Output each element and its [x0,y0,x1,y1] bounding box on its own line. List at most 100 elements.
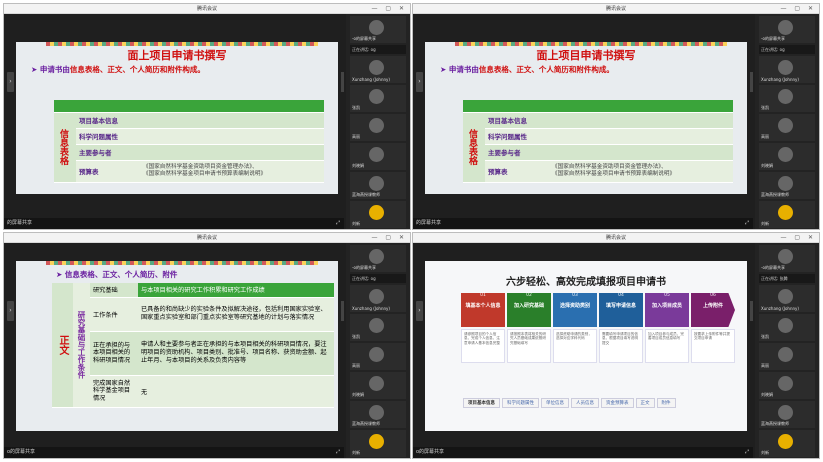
participant-tile[interactable]: -o的屏幕共享 [759,245,815,272]
participant-tile[interactable]: 刘新 [350,430,406,457]
participant-tile[interactable]: 刘新 [759,430,815,457]
participant-name: 刘晓娟 [352,163,364,168]
share-status: o的屏幕共享 ⤢ [413,447,753,458]
step-desc: 请参照项目的个人信息，完成个人信息，注意申请人基本信息完整 [461,329,505,363]
participant-tile[interactable]: 蓝海燕授课教师 [350,401,406,428]
avatar [778,205,793,220]
tab-science-attr[interactable]: 科学问题属性 [502,398,539,408]
share-status: 的屏幕共享 ⤢ [413,218,753,229]
row-label: 主要参与者 [76,144,140,161]
participant-name: Xunzhang (Johnny) [761,77,799,82]
subtitle-highlight: 信息表格、正文、个人简历和附件构成。 [69,65,205,74]
screen-share-label: o的屏幕共享 [7,449,36,455]
participant-tile[interactable]: -o的屏幕共享 [350,16,406,43]
participant-tile[interactable]: 张凯 [350,314,406,341]
participant-name: 蓝海燕授课教师 [761,421,789,426]
prev-arrow-icon[interactable]: › [416,72,423,92]
step-3: 03 选择资助类别 [553,293,597,327]
tab-budget[interactable]: 资金预算表 [601,398,634,408]
scrollbar[interactable] [341,301,344,321]
window-title: 腾讯会议 [605,235,626,241]
participant-name: 刘新 [761,221,769,226]
participant-tile[interactable]: Xunzhang (Johnny) [350,56,406,83]
row-label: 预算表 [76,160,140,183]
participant-tile[interactable]: 高丽 [759,343,815,370]
avatar [778,118,793,133]
row-value: 申请人和主要参与者正在承担的与本项目相关的科研项目情况，要注明项目的资助机构、项… [138,331,334,376]
window-title: 腾讯会议 [605,6,626,12]
participant-tile[interactable]: -o的屏幕共享 [350,245,406,272]
participant-name: Xunzhang (Johnny) [352,77,390,82]
participant-name: -o的屏幕共享 [352,265,376,270]
participant-name: -o的屏幕共享 [761,265,785,270]
participant-name: 刘晓娟 [352,392,364,397]
row-key: 研究基础 [90,283,138,298]
shared-screen: › 面上项目申请书撰写 ➤ 申请书由信息表格、正文、个人简历和附件构成。 信息表… [413,14,753,220]
avatar [778,60,793,75]
expand-icon[interactable]: ⤢ [336,218,340,229]
tab-attachment[interactable]: 附件 [656,398,676,408]
window-title: 腾讯会议 [196,6,217,12]
participant-tile[interactable]: 刘新 [350,201,406,228]
participant-panel: -o的屏幕共享 正在讲话: og Xunzhang (Johnny) 张凯 高丽… [346,14,410,229]
avatar [369,20,384,35]
expand-icon[interactable]: ⤢ [336,447,340,458]
participant-tile[interactable]: 高丽 [350,343,406,370]
participant-tile[interactable]: 张凯 [350,85,406,112]
prev-arrow-icon[interactable]: › [7,301,14,321]
tab-staff-info[interactable]: 人员信息 [571,398,599,408]
avatar [778,249,793,264]
participant-tile[interactable]: 刘晓娟 [350,143,406,170]
step-number: 05 [664,293,670,298]
window-controls[interactable]: — ▢ ✕ [780,234,816,241]
avatar [778,89,793,104]
scrollbar[interactable] [750,301,753,321]
window-controls[interactable]: — ▢ ✕ [780,5,816,12]
step-number: 01 [480,293,486,298]
prev-arrow-icon[interactable]: › [416,301,423,321]
slide: 面上项目申请书撰写 ➤ 申请书由信息表格、正文、个人简历和附件构成。 信息表格 … [425,42,747,194]
participant-name: -o的屏幕共享 [352,36,376,41]
tab-org-info[interactable]: 单位信息 [541,398,569,408]
participant-name: 高丽 [761,134,769,139]
scrollbar[interactable] [750,72,753,92]
participant-tile[interactable]: -o的屏幕共享 [759,16,815,43]
body-table: 正文 研究基础与工作条件 研究基础 与本项目相关的研究工作积累和研究工作成绩 工… [52,283,334,408]
participant-tile[interactable]: 高丽 [350,114,406,141]
slide-subtitle: ➤ 信息表格、正文、个人简历、附件 [56,270,178,279]
participant-name: 高丽 [352,363,360,368]
participant-tile[interactable]: 张凯 [759,85,815,112]
step-desc: 需要填写申请项目的信息，根据项目填写说明提交 [599,329,643,363]
scrollbar[interactable] [341,72,344,92]
participant-tile[interactable]: 蓝海燕授课教师 [350,172,406,199]
participant-tile[interactable]: 蓝海燕授课教师 [759,172,815,199]
participant-tile[interactable]: 蓝海燕授课教师 [759,401,815,428]
window-controls[interactable]: — ▢ ✕ [371,234,407,241]
participant-name: 张凯 [352,334,360,339]
participant-tile[interactable]: Xunzhang (Johnny) [759,56,815,83]
expand-icon[interactable]: ⤢ [745,218,749,229]
participant-tile[interactable]: 刘晓娟 [759,143,815,170]
row-label: 预算表 [485,160,549,183]
participant-tile[interactable]: Xunzhang (Johnny) [759,285,815,312]
participant-name: 张凯 [761,334,769,339]
participant-tile[interactable]: 高丽 [759,114,815,141]
participant-tile[interactable]: 张凯 [759,314,815,341]
slide-decoration [455,42,727,46]
expand-icon[interactable]: ⤢ [745,447,749,458]
row-key: 正在承担的与本项目相关的科研项目情况 [90,331,138,376]
tab-basic-info[interactable]: 项目基本信息 [463,398,500,408]
step-5: 05 加入项目成员 [645,293,689,327]
window-controls[interactable]: — ▢ ✕ [371,5,407,12]
step-label: 填基本个人信息 [465,303,501,309]
participant-tile[interactable]: 刘新 [759,201,815,228]
tab-body[interactable]: 正文 [635,398,655,408]
participant-tile[interactable]: 刘晓娟 [759,372,815,399]
participant-tile[interactable]: Xunzhang (Johnny) [350,285,406,312]
row-label: 项目基本信息 [485,112,549,129]
participant-name: 刘晓娟 [761,163,773,168]
share-status: o的屏幕共享 ⤢ [4,447,344,458]
slide-decoration [46,42,318,46]
prev-arrow-icon[interactable]: › [7,72,14,92]
participant-tile[interactable]: 刘晓娟 [350,372,406,399]
